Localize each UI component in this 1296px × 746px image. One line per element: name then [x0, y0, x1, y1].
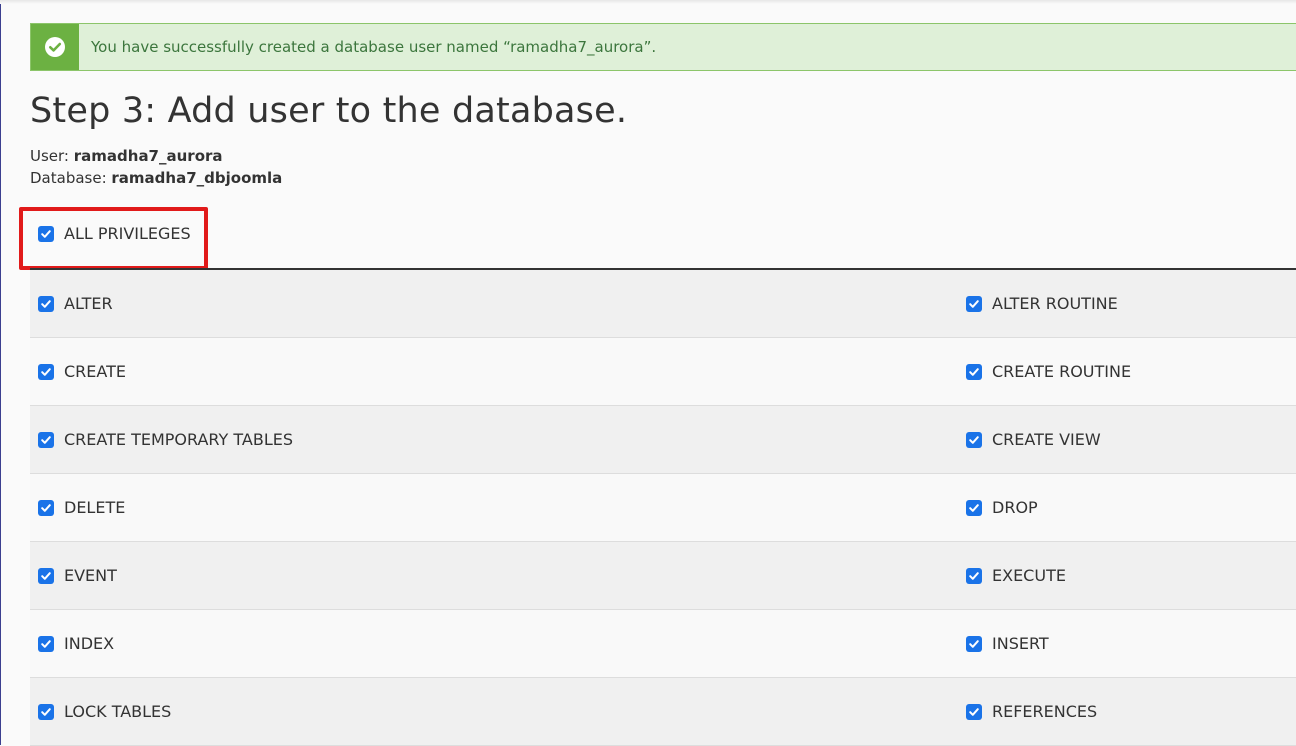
checkmark-icon: [969, 571, 979, 580]
privilege-checkbox[interactable]: [38, 499, 54, 516]
privilege-option[interactable]: DROP: [966, 474, 1038, 541]
privilege-checkbox[interactable]: [966, 295, 982, 312]
checkmark-icon: [41, 503, 51, 512]
privilege-checkbox[interactable]: [966, 703, 982, 720]
privilege-label: CREATE: [64, 362, 126, 381]
privilege-label: EXECUTE: [992, 566, 1066, 585]
privilege-option[interactable]: LOCK TABLES: [38, 678, 171, 745]
checkmark-icon: [41, 299, 51, 308]
privilege-label: EVENT: [64, 566, 117, 585]
top-shadow: [0, 0, 1296, 4]
privilege-option[interactable]: INDEX: [38, 610, 114, 677]
page-title: Step 3: Add user to the database.: [30, 91, 628, 131]
privilege-label: ALTER: [64, 294, 113, 313]
privileges-grid: ALTER ALTER ROUTINE CREATE CREATE ROUTINE CR…: [30, 270, 1296, 746]
all-privileges-checkbox[interactable]: [38, 225, 54, 242]
all-privileges-label: ALL PRIVILEGES: [64, 224, 191, 243]
privilege-checkbox[interactable]: [966, 431, 982, 448]
privilege-label: LOCK TABLES: [64, 702, 172, 721]
privilege-option[interactable]: ALTER: [38, 270, 113, 337]
privilege-option[interactable]: REFERENCES: [966, 678, 1097, 745]
privilege-option[interactable]: CREATE TEMPORARY TABLES: [38, 406, 293, 473]
all-privileges-option[interactable]: ALL PRIVILEGES: [38, 224, 191, 243]
checkmark-icon: [969, 503, 979, 512]
privilege-checkbox[interactable]: [38, 703, 54, 720]
privilege-checkbox[interactable]: [38, 635, 54, 652]
checkmark-icon: [41, 435, 51, 444]
checkmark-icon: [41, 639, 51, 648]
privilege-option[interactable]: ALTER ROUTINE: [966, 270, 1118, 337]
privilege-checkbox[interactable]: [966, 363, 982, 380]
checkmark-icon: [41, 367, 51, 376]
privilege-row: LOCK TABLES REFERENCES: [30, 678, 1296, 746]
user-label: User:: [30, 147, 74, 165]
privilege-row: CREATE CREATE ROUTINE: [30, 338, 1296, 406]
privilege-option[interactable]: CREATE VIEW: [966, 406, 1101, 473]
privilege-row: CREATE TEMPORARY TABLES CREATE VIEW: [30, 406, 1296, 474]
checkmark-icon: [41, 229, 51, 238]
privilege-option[interactable]: CREATE: [38, 338, 126, 405]
checkmark-icon: [969, 639, 979, 648]
database-line: Database: ramadha7_dbjoomla: [30, 169, 282, 187]
privilege-option[interactable]: CREATE ROUTINE: [966, 338, 1131, 405]
privilege-label: CREATE ROUTINE: [992, 362, 1132, 381]
user-value: ramadha7_aurora: [73, 147, 223, 165]
privilege-label: INDEX: [64, 634, 115, 653]
privilege-label: DELETE: [64, 498, 126, 517]
privilege-checkbox[interactable]: [966, 635, 982, 652]
privilege-checkbox[interactable]: [38, 295, 54, 312]
privilege-option[interactable]: DELETE: [38, 474, 125, 541]
privilege-label: CREATE VIEW: [992, 430, 1101, 449]
privilege-row: INDEX INSERT: [30, 610, 1296, 678]
privilege-label: ALTER ROUTINE: [992, 294, 1118, 313]
checkmark-icon: [41, 571, 51, 580]
checkmark-icon: [969, 367, 979, 376]
success-alert: You have successfully created a database…: [30, 23, 1296, 71]
privilege-checkbox[interactable]: [38, 363, 54, 380]
privilege-label: REFERENCES: [992, 702, 1098, 721]
checkmark-icon: [969, 299, 979, 308]
privilege-checkbox[interactable]: [38, 567, 54, 584]
alert-icon-box: [31, 24, 79, 70]
alert-message: You have successfully created a database…: [91, 38, 657, 56]
privilege-row: DELETE DROP: [30, 474, 1296, 542]
privilege-label: CREATE TEMPORARY TABLES: [64, 430, 293, 449]
check-circle-icon: [45, 37, 65, 57]
user-line: User: ramadha7_aurora: [30, 147, 223, 165]
privilege-checkbox[interactable]: [38, 431, 54, 448]
database-value: ramadha7_dbjoomla: [111, 169, 283, 187]
checkmark-icon: [969, 707, 979, 716]
privilege-option[interactable]: EVENT: [38, 542, 117, 609]
privilege-checkbox[interactable]: [966, 499, 982, 516]
left-edge-rule: [0, 0, 1, 745]
privilege-checkbox[interactable]: [966, 567, 982, 584]
privilege-label: INSERT: [992, 634, 1049, 653]
database-label: Database:: [30, 169, 112, 187]
checkmark-icon: [41, 707, 51, 716]
privilege-row: ALTER ALTER ROUTINE: [30, 270, 1296, 338]
checkmark-icon: [969, 435, 979, 444]
privilege-option[interactable]: INSERT: [966, 610, 1049, 677]
privilege-label: DROP: [992, 498, 1038, 517]
privilege-option[interactable]: EXECUTE: [966, 542, 1066, 609]
privilege-row: EVENT EXECUTE: [30, 542, 1296, 610]
